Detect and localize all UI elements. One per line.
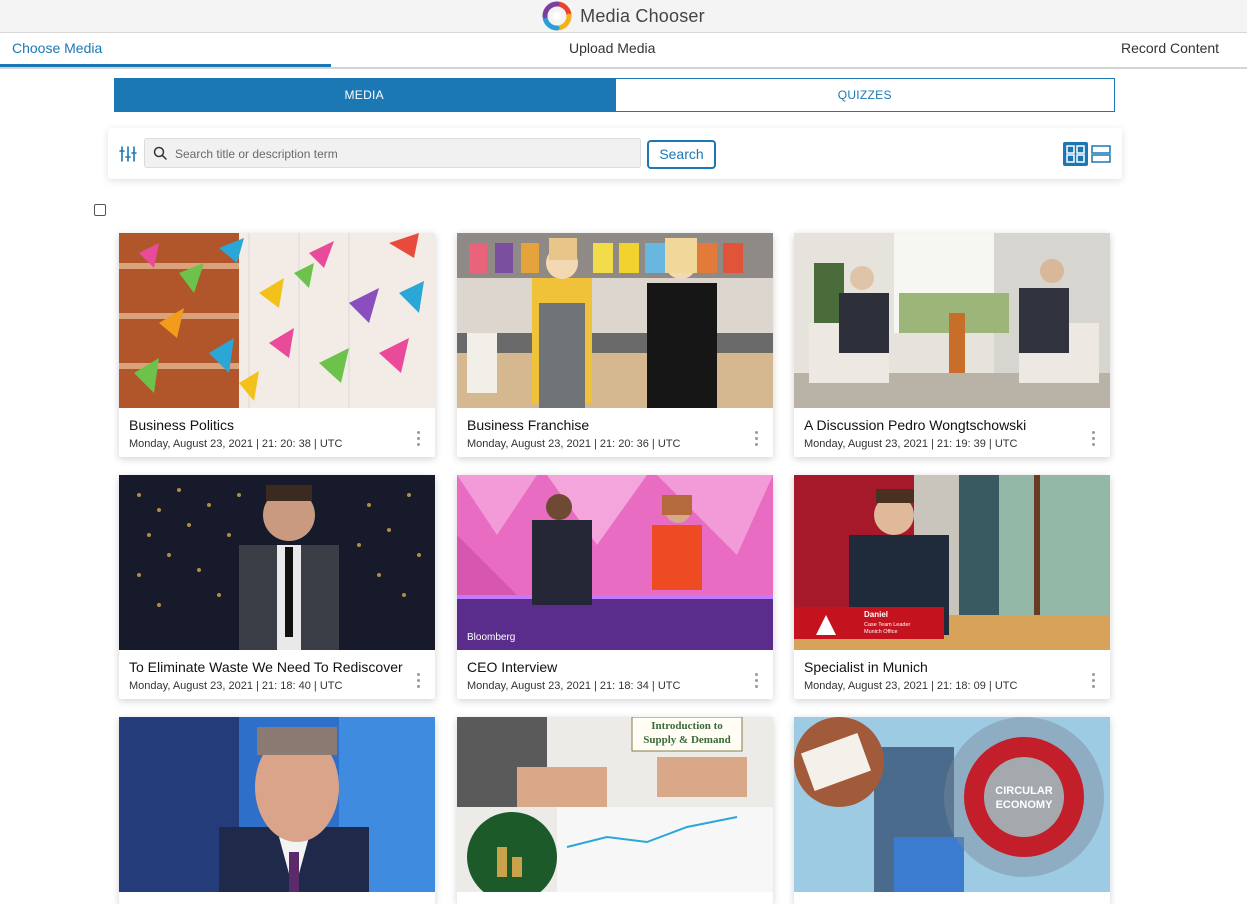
media-date: Monday, August 23, 2021 | 21: 18: 09 | U… [804, 680, 1018, 692]
more-options-icon[interactable] [753, 431, 759, 449]
bloomberg-watermark: Bloomberg [467, 632, 515, 643]
supply-demand-title: Introduction to [651, 720, 723, 732]
media-card[interactable]: Business Franchise Monday, August 23, 20… [457, 233, 773, 457]
media-card[interactable]: To Eliminate Waste We Need To Rediscover… [119, 475, 435, 699]
media-date: Monday, August 23, 2021 | 21: 18: 34 | U… [467, 680, 681, 692]
circular-economy-line2: ECONOMY [996, 799, 1054, 811]
app-logo-icon [542, 1, 572, 31]
tab-choose-media[interactable]: Choose Media [12, 33, 102, 67]
select-all-checkbox[interactable] [94, 204, 106, 216]
more-options-icon[interactable] [415, 673, 421, 691]
thumbnail-circular-economy: CIRCULAR ECONOMY [794, 717, 1110, 892]
title-bar: Media Chooser [0, 0, 1247, 33]
media-card[interactable]: Business Politics Monday, August 23, 202… [119, 233, 435, 457]
thumbnail-kitchen [457, 233, 773, 408]
media-card[interactable]: A Discussion Pedro Wongtschowski Monday,… [794, 233, 1110, 457]
thumbnail-ceo-interview: Bloomberg [457, 475, 773, 650]
filter-sliders-icon[interactable] [118, 144, 138, 164]
thumbnail-origami-cranes [119, 233, 435, 408]
media-title: To Eliminate Waste We Need To Rediscover [129, 659, 403, 675]
more-options-icon[interactable] [1090, 673, 1096, 691]
segment-media[interactable]: MEDIA [114, 78, 615, 112]
media-card[interactable]: CIRCULAR ECONOMY [794, 717, 1110, 904]
list-view-icon[interactable] [1090, 142, 1112, 166]
tab-record-content[interactable]: Record Content [1121, 33, 1219, 67]
media-type-switch: MEDIA QUIZZES [114, 78, 1115, 112]
thumbnail-speaker-on-stage [119, 475, 435, 650]
media-date: Monday, August 23, 2021 | 21: 20: 36 | U… [467, 438, 681, 450]
search-input[interactable] [173, 139, 637, 169]
search-icon [153, 146, 167, 160]
media-title: A Discussion Pedro Wongtschowski [804, 417, 1027, 433]
media-date: Monday, August 23, 2021 | 21: 20: 38 | U… [129, 438, 343, 450]
media-card[interactable]: Introduction to Supply & Demand [457, 717, 773, 904]
active-tab-indicator [0, 64, 331, 67]
segment-quizzes[interactable]: QUIZZES [614, 78, 1115, 112]
more-options-icon[interactable] [753, 673, 759, 691]
search-toolbar: Search [108, 128, 1122, 179]
media-title: CEO Interview [467, 659, 558, 675]
media-date: Monday, August 23, 2021 | 21: 19: 39 | U… [804, 438, 1018, 450]
circular-economy-line1: CIRCULAR [995, 785, 1052, 797]
search-button[interactable]: Search [647, 140, 716, 169]
search-field [144, 138, 641, 169]
thumbnail-discussion [794, 233, 1110, 408]
tab-upload-media[interactable]: Upload Media [569, 33, 655, 67]
supply-demand-subtitle: Supply & Demand [643, 734, 730, 746]
app-title: Media Chooser [580, 5, 705, 26]
thumbnail-specialist: Daniel Case Team Leader Munich Office [794, 475, 1110, 650]
media-card[interactable]: Daniel Case Team Leader Munich Office Sp… [794, 475, 1110, 699]
name-tag-name: Daniel [864, 610, 888, 619]
media-card[interactable]: Bloomberg CEO Interview Monday, August 2… [457, 475, 773, 699]
name-tag-role: Case Team Leader [864, 622, 911, 628]
more-options-icon[interactable] [1090, 431, 1096, 449]
media-card[interactable] [119, 717, 435, 904]
media-title: Business Franchise [467, 417, 590, 433]
media-title: Specialist in Munich [804, 659, 928, 675]
more-options-icon[interactable] [415, 431, 421, 449]
media-date: Monday, August 23, 2021 | 21: 18: 40 | U… [129, 680, 343, 692]
name-tag-office: Munich Office [864, 629, 898, 635]
thumbnail-supply-demand: Introduction to Supply & Demand [457, 717, 773, 892]
media-title: Business Politics [129, 417, 235, 433]
grid-view-icon[interactable] [1063, 142, 1088, 166]
thumbnail-executive [119, 717, 435, 892]
